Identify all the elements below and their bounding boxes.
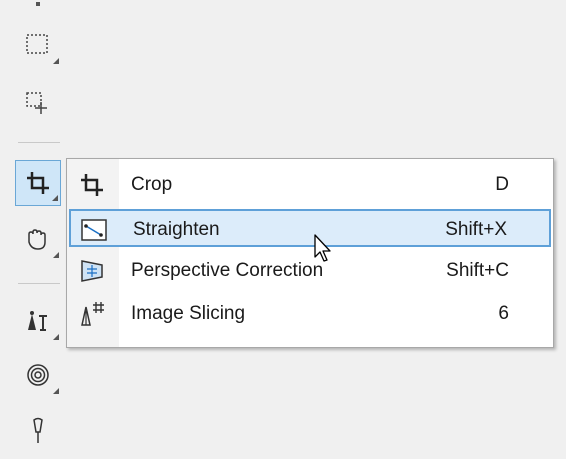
menu-item-image-slicing[interactable]: Image Slicing 6 <box>69 295 551 333</box>
spiral-tool[interactable] <box>15 352 61 398</box>
menu-item-label: Image Slicing <box>131 303 246 324</box>
freehand-select-icon <box>26 92 47 114</box>
crop-icon <box>27 172 49 194</box>
menu-item-shortcut: Shift+C <box>446 260 509 281</box>
menu-item-shortcut: 6 <box>498 303 509 324</box>
toolbar-separator <box>18 283 60 284</box>
spiral-icon <box>27 364 49 386</box>
crop-tools-flyout: Crop D Straighten Shift+X Perspective Co… <box>66 158 554 348</box>
menu-item-label: Crop <box>131 174 173 195</box>
toolbox <box>0 0 66 459</box>
image-slicing-icon <box>75 299 109 329</box>
freehand-select-tool[interactable] <box>15 80 61 126</box>
menu-item-label: Straighten <box>133 219 220 240</box>
pan-tool[interactable] <box>15 216 61 262</box>
menu-item-crop[interactable]: Crop D <box>69 166 551 204</box>
tool-flyout-indicator-icon <box>52 195 58 201</box>
menu-item-shortcut: Shift+X <box>445 219 507 240</box>
fill-text-icon <box>28 311 47 331</box>
brush-icon <box>33 417 43 443</box>
toolbar-separator <box>18 142 60 143</box>
menu-item-perspective-correction[interactable]: Perspective Correction Shift+C <box>69 252 551 290</box>
straighten-icon <box>77 215 111 245</box>
tool-flyout-indicator-icon <box>53 388 59 394</box>
rectangle-select-tool[interactable] <box>15 22 61 68</box>
tool-flyout-indicator-icon <box>53 252 59 258</box>
menu-item-straighten[interactable]: Straighten Shift+X <box>69 209 551 247</box>
perspective-correction-icon <box>75 256 109 286</box>
crop-tool[interactable] <box>15 160 61 206</box>
mouse-pointer-icon <box>313 233 335 270</box>
brush-tool[interactable] <box>15 408 61 454</box>
tool-flyout-indicator-icon <box>53 58 59 64</box>
rectangle-select-icon <box>26 34 48 54</box>
menu-item-label: Perspective Correction <box>131 260 324 281</box>
scroll-up-indicator[interactable] <box>15 0 61 14</box>
fill-text-tool[interactable] <box>15 298 61 344</box>
tool-flyout-indicator-icon <box>53 334 59 340</box>
crop-icon <box>75 170 109 200</box>
pan-hand-icon <box>28 229 46 250</box>
menu-item-shortcut: D <box>495 174 509 195</box>
